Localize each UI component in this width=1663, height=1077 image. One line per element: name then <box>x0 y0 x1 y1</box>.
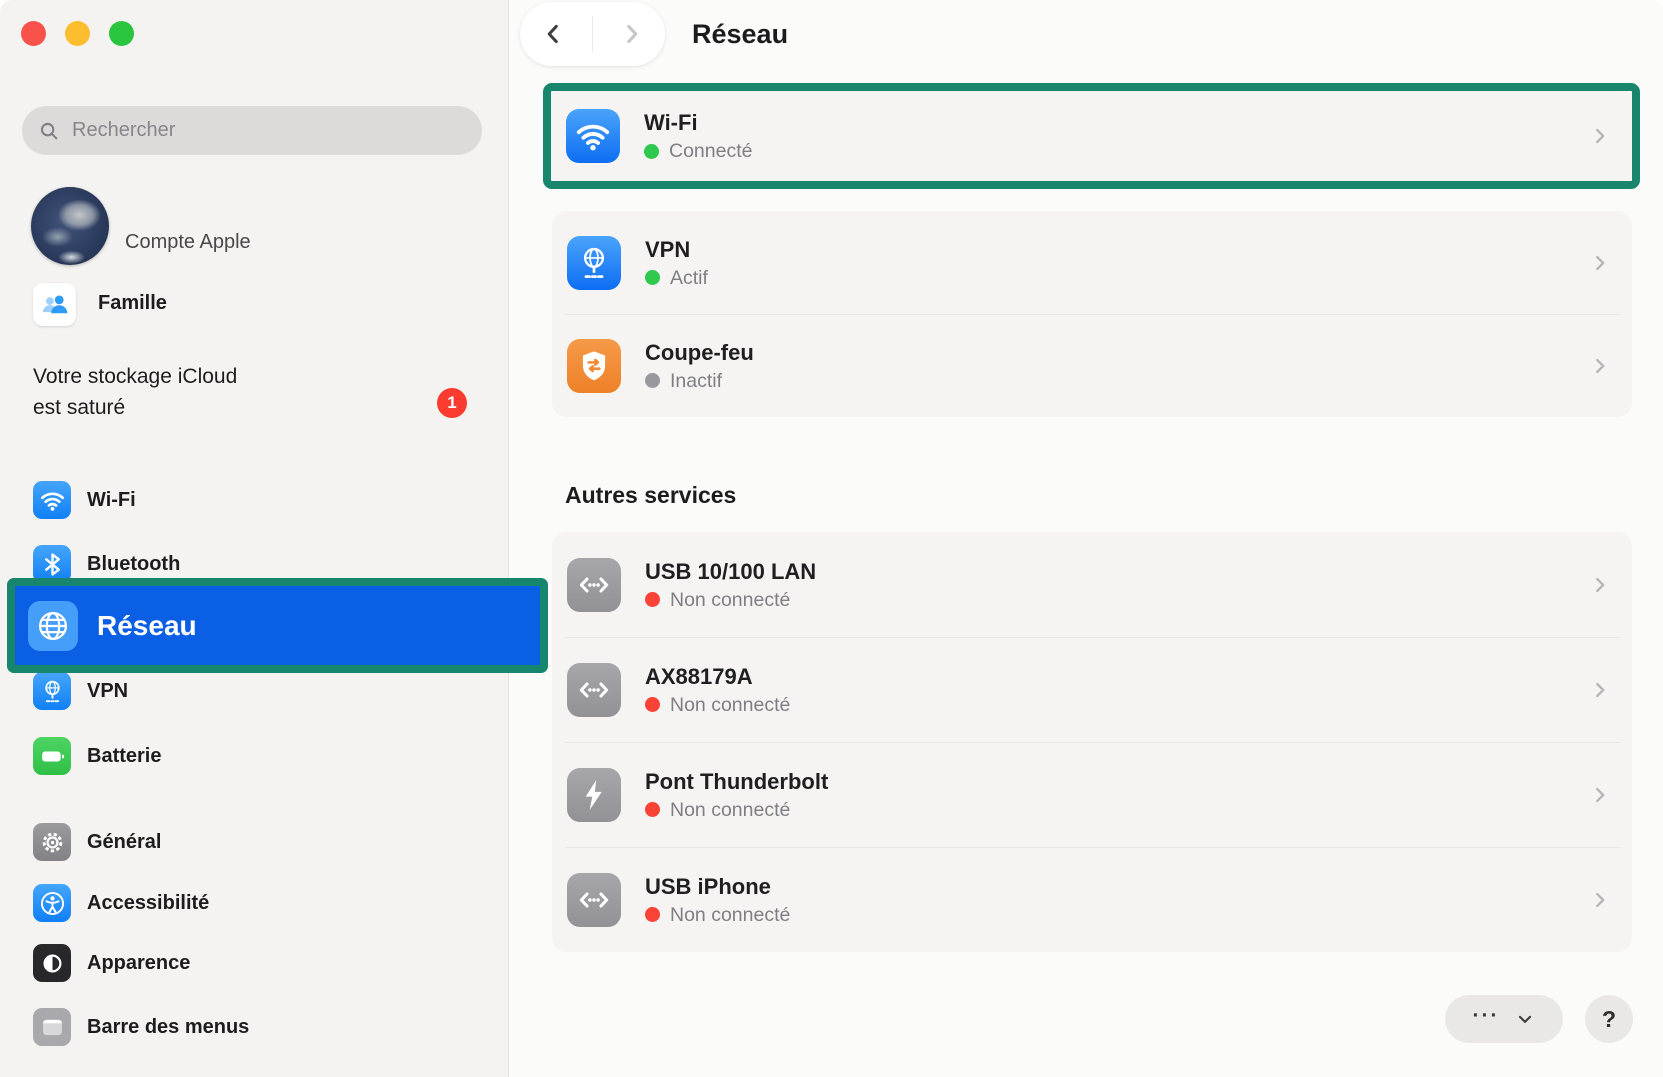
chevron-right-icon <box>1589 355 1611 377</box>
nav-divider <box>592 16 593 52</box>
sidebar-item-label: Apparence <box>87 952 190 975</box>
usb-lan-row[interactable]: USB 10/100 LAN Non connecté <box>552 532 1632 637</box>
sidebar-item-famille[interactable]: Famille <box>98 292 167 315</box>
search-icon <box>38 120 60 142</box>
row-status: Non connecté <box>670 589 790 611</box>
notification-badge: 1 <box>437 388 467 418</box>
sidebar-item-apparence[interactable]: Apparence <box>33 943 190 983</box>
search-input[interactable] <box>70 118 454 143</box>
sidebar-item-label: Wi-Fi <box>87 489 136 512</box>
chevron-right-icon <box>1589 784 1611 806</box>
system-settings-window: Compte Apple Famille Votre stockage iClo… <box>0 0 1663 1077</box>
sidebar: Compte Apple Famille Votre stockage iClo… <box>0 0 509 1077</box>
sidebar-item-label: Général <box>87 831 161 854</box>
more-options-button[interactable]: ··· <box>1445 995 1563 1043</box>
row-title: VPN <box>645 237 708 262</box>
sidebar-item-general[interactable]: Général <box>33 822 161 862</box>
ethernet-icon <box>567 873 621 927</box>
menu-bar-icon <box>33 1008 71 1046</box>
search-field[interactable] <box>22 106 482 155</box>
sidebar-item-accessibilite[interactable]: Accessibilité <box>33 883 209 923</box>
sidebar-item-batterie[interactable]: Batterie <box>33 736 161 776</box>
gear-icon <box>33 823 71 861</box>
status-dot-red <box>645 802 660 817</box>
section-title: Autres services <box>565 482 736 509</box>
status-dot-red <box>645 592 660 607</box>
sidebar-item-label: Bluetooth <box>87 553 180 576</box>
thunderbolt-bridge-row[interactable]: Pont Thunderbolt Non connecté <box>552 742 1632 847</box>
wifi-icon <box>33 481 71 519</box>
minimize-button[interactable] <box>65 21 90 46</box>
family-icon[interactable] <box>33 283 76 326</box>
row-title: USB 10/100 LAN <box>645 559 816 584</box>
sidebar-item-label: Batterie <box>87 745 161 768</box>
back-button[interactable] <box>540 21 566 47</box>
page-title: Réseau <box>692 19 788 50</box>
thunderbolt-icon <box>567 768 621 822</box>
appearance-icon <box>33 944 71 982</box>
network-globe-icon <box>28 601 78 651</box>
wifi-icon <box>566 109 620 163</box>
row-title: USB iPhone <box>645 874 790 899</box>
question-mark-icon: ? <box>1602 1006 1616 1033</box>
forward-button[interactable] <box>619 21 645 47</box>
chevron-right-icon <box>1589 889 1611 911</box>
status-dot-green <box>644 144 659 159</box>
sidebar-item-wifi[interactable]: Wi-Fi <box>33 480 136 520</box>
usb-iphone-row[interactable]: USB iPhone Non connecté <box>552 847 1632 952</box>
chevron-down-icon <box>1515 1009 1535 1029</box>
icloud-alert-line2: est saturé <box>33 392 373 423</box>
other-services-card: USB 10/100 LAN Non connecté AX88179A Non… <box>552 532 1632 952</box>
people-icon <box>38 288 72 322</box>
icloud-alert-line1: Votre stockage iCloud <box>33 361 373 392</box>
firewall-shield-icon <box>567 339 621 393</box>
vpn-row[interactable]: VPN Actif <box>552 211 1632 314</box>
zoom-button[interactable] <box>109 21 134 46</box>
row-title: Coupe-feu <box>645 340 754 365</box>
sidebar-item-label: Barre des menus <box>87 1016 249 1039</box>
row-status: Non connecté <box>670 799 790 821</box>
row-status: Inactif <box>670 370 722 392</box>
vpn-icon <box>567 236 621 290</box>
close-button[interactable] <box>21 21 46 46</box>
sidebar-item-label: Accessibilité <box>87 892 209 915</box>
row-title: Pont Thunderbolt <box>645 769 828 794</box>
avatar[interactable] <box>31 187 109 265</box>
icloud-storage-alert[interactable]: Votre stockage iCloud est saturé <box>33 361 373 423</box>
row-status: Connecté <box>669 140 752 162</box>
sidebar-item-reseau-selected-annotation[interactable]: Réseau <box>7 578 548 673</box>
nav-controls <box>520 2 665 66</box>
ellipsis-icon: ··· <box>1473 1006 1500 1026</box>
help-button[interactable]: ? <box>1585 995 1633 1043</box>
row-title: Wi-Fi <box>644 110 752 135</box>
status-dot-green <box>645 270 660 285</box>
row-status: Actif <box>670 267 708 289</box>
ax88179a-row[interactable]: AX88179A Non connecté <box>552 637 1632 742</box>
status-dot-red <box>645 697 660 712</box>
row-status: Non connecté <box>670 694 790 716</box>
wifi-row-annotation: Wi-Fi Connecté <box>543 83 1640 189</box>
apple-account-label[interactable]: Compte Apple <box>125 231 251 254</box>
vpn-icon <box>33 672 71 710</box>
chevron-right-icon <box>1589 252 1611 274</box>
row-status: Non connecté <box>670 904 790 926</box>
sidebar-item-label: Réseau <box>97 610 197 642</box>
network-services-card: VPN Actif Coupe-feu Inactif <box>552 211 1632 417</box>
status-dot-gray <box>645 373 660 388</box>
chevron-right-icon <box>1589 125 1611 147</box>
sidebar-item-barre-des-menus[interactable]: Barre des menus <box>33 1007 249 1047</box>
sidebar-item-label: VPN <box>87 680 128 703</box>
chevron-right-icon <box>1589 679 1611 701</box>
row-title: AX88179A <box>645 664 790 689</box>
sidebar-item-vpn[interactable]: VPN <box>33 671 128 711</box>
ethernet-icon <box>567 558 621 612</box>
status-dot-red <box>645 907 660 922</box>
battery-icon <box>33 737 71 775</box>
wifi-row[interactable]: Wi-Fi Connecté <box>551 91 1632 181</box>
firewall-row[interactable]: Coupe-feu Inactif <box>552 314 1632 417</box>
chevron-right-icon <box>1589 574 1611 596</box>
accessibility-icon <box>33 884 71 922</box>
ethernet-icon <box>567 663 621 717</box>
